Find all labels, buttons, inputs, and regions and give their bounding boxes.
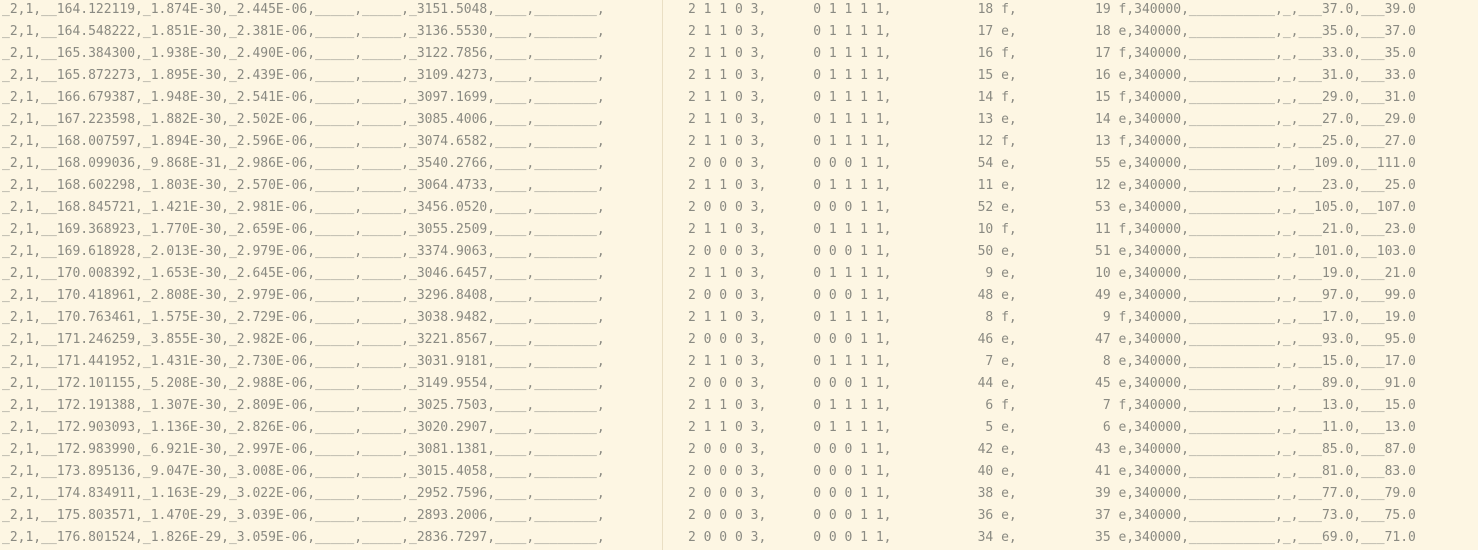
line-right-text: 2 1 1 0 3, 0 1 1 1 1, 18 f, 19 f,340000,… bbox=[688, 2, 1416, 17]
line-right-text: 2 0 0 0 3, 0 0 0 1 1, 40 e, 41 e,340000,… bbox=[688, 464, 1416, 479]
line-left-text: _2,1,__165.872273,_1.895E-30,_2.439E-06,… bbox=[2, 68, 605, 83]
line-right-text: 2 1 1 0 3, 0 1 1 1 1, 11 e, 12 e,340000,… bbox=[688, 178, 1416, 193]
line-right-text: 2 1 1 0 3, 0 1 1 1 1, 12 f, 13 f,340000,… bbox=[688, 134, 1416, 149]
line-left-text: _2,1,__176.801524,_1.826E-29,_3.059E-06,… bbox=[2, 530, 605, 545]
text-line[interactable]: _2,1,__170.763461,_1.575E-30,_2.729E-06,… bbox=[0, 307, 1478, 329]
text-line[interactable]: _2,1,__171.441952,_1.431E-30,_2.730E-06,… bbox=[0, 351, 1478, 373]
text-line[interactable]: _2,1,__171.246259,_3.855E-30,_2.982E-06,… bbox=[0, 329, 1478, 351]
line-right-text: 2 1 1 0 3, 0 1 1 1 1, 9 e, 10 e,340000,_… bbox=[688, 266, 1416, 281]
line-right-text: 2 0 0 0 3, 0 0 0 1 1, 34 e, 35 e,340000,… bbox=[688, 530, 1416, 545]
text-line[interactable]: _2,1,__170.418961,_2.808E-30,_2.979E-06,… bbox=[0, 285, 1478, 307]
line-right-text: 2 0 0 0 3, 0 0 0 1 1, 38 e, 39 e,340000,… bbox=[688, 486, 1416, 501]
line-left-text: _2,1,__170.763461,_1.575E-30,_2.729E-06,… bbox=[2, 310, 605, 325]
line-right-text: 2 1 1 0 3, 0 1 1 1 1, 6 f, 7 f,340000,__… bbox=[688, 398, 1416, 413]
line-right-text: 2 0 0 0 3, 0 0 0 1 1, 46 e, 47 e,340000,… bbox=[688, 332, 1416, 347]
line-right-text: 2 1 1 0 3, 0 1 1 1 1, 16 f, 17 f,340000,… bbox=[688, 46, 1416, 61]
line-right-text: 2 0 0 0 3, 0 0 0 1 1, 42 e, 43 e,340000,… bbox=[688, 442, 1416, 457]
text-line[interactable]: _2,1,__172.983990,_6.921E-30,_2.997E-06,… bbox=[0, 439, 1478, 461]
line-left-text: _2,1,__175.803571,_1.470E-29,_3.039E-06,… bbox=[2, 508, 605, 523]
text-line[interactable]: _2,1,__176.801524,_1.826E-29,_3.059E-06,… bbox=[0, 527, 1478, 549]
line-right-text: 2 0 0 0 3, 0 0 0 1 1, 48 e, 49 e,340000,… bbox=[688, 288, 1416, 303]
text-line[interactable]: _2,1,__169.618928,_2.013E-30,_2.979E-06,… bbox=[0, 241, 1478, 263]
line-right-text: 2 1 1 0 3, 0 1 1 1 1, 10 f, 11 f,340000,… bbox=[688, 222, 1416, 237]
line-right-text: 2 0 0 0 3, 0 0 0 1 1, 44 e, 45 e,340000,… bbox=[688, 376, 1416, 391]
line-left-text: _2,1,__173.895136,_9.047E-30,_3.008E-06,… bbox=[2, 464, 605, 479]
line-left-text: _2,1,__165.384300,_1.938E-30,_2.490E-06,… bbox=[2, 46, 605, 61]
text-line[interactable]: _2,1,__172.903093,_1.136E-30,_2.826E-06,… bbox=[0, 417, 1478, 439]
line-left-text: _2,1,__164.548222,_1.851E-30,_2.381E-06,… bbox=[2, 24, 605, 39]
text-line[interactable]: _2,1,__168.602298,_1.803E-30,_2.570E-06,… bbox=[0, 175, 1478, 197]
text-line[interactable]: _2,1,__172.191388,_1.307E-30,_2.809E-06,… bbox=[0, 395, 1478, 417]
text-line[interactable]: _2,1,__166.679387,_1.948E-30,_2.541E-06,… bbox=[0, 87, 1478, 109]
line-right-text: 2 1 1 0 3, 0 1 1 1 1, 5 e, 6 e,340000,__… bbox=[688, 420, 1416, 435]
text-line[interactable]: _2,1,__164.548222,_1.851E-30,_2.381E-06,… bbox=[0, 21, 1478, 43]
text-line[interactable]: _2,1,__172.101155,_5.208E-30,_2.988E-06,… bbox=[0, 373, 1478, 395]
line-right-text: 2 1 1 0 3, 0 1 1 1 1, 7 e, 8 e,340000,__… bbox=[688, 354, 1416, 369]
line-right-text: 2 1 1 0 3, 0 1 1 1 1, 14 f, 15 f,340000,… bbox=[688, 90, 1416, 105]
line-left-text: _2,1,__172.101155,_5.208E-30,_2.988E-06,… bbox=[2, 376, 605, 391]
line-left-text: _2,1,__171.441952,_1.431E-30,_2.730E-06,… bbox=[2, 354, 605, 369]
line-left-text: _2,1,__171.246259,_3.855E-30,_2.982E-06,… bbox=[2, 332, 605, 347]
line-left-text: _2,1,__170.008392,_1.653E-30,_2.645E-06,… bbox=[2, 266, 605, 281]
line-left-text: _2,1,__174.834911,_1.163E-29,_3.022E-06,… bbox=[2, 486, 605, 501]
line-left-text: _2,1,__169.368923,_1.770E-30,_2.659E-06,… bbox=[2, 222, 605, 237]
text-editor[interactable]: _2,1,__164.122119,_1.874E-30,_2.445E-06,… bbox=[0, 0, 1478, 550]
line-left-text: _2,1,__172.191388,_1.307E-30,_2.809E-06,… bbox=[2, 398, 605, 413]
line-right-text: 2 0 0 0 3, 0 0 0 1 1, 52 e, 53 e,340000,… bbox=[688, 200, 1416, 215]
line-left-text: _2,1,__169.618928,_2.013E-30,_2.979E-06,… bbox=[2, 244, 605, 259]
text-line[interactable]: _2,1,__174.834911,_1.163E-29,_3.022E-06,… bbox=[0, 483, 1478, 505]
line-right-text: 2 1 1 0 3, 0 1 1 1 1, 15 e, 16 e,340000,… bbox=[688, 68, 1416, 83]
line-left-text: _2,1,__168.845721,_1.421E-30,_2.981E-06,… bbox=[2, 200, 605, 215]
line-left-text: _2,1,__164.122119,_1.874E-30,_2.445E-06,… bbox=[2, 2, 605, 17]
text-line[interactable]: _2,1,__167.223598,_1.882E-30,_2.502E-06,… bbox=[0, 109, 1478, 131]
text-line[interactable]: _2,1,__170.008392,_1.653E-30,_2.645E-06,… bbox=[0, 263, 1478, 285]
line-right-text: 2 0 0 0 3, 0 0 0 1 1, 36 e, 37 e,340000,… bbox=[688, 508, 1416, 523]
text-line[interactable]: _2,1,__165.872273,_1.895E-30,_2.439E-06,… bbox=[0, 65, 1478, 87]
line-left-text: _2,1,__167.223598,_1.882E-30,_2.502E-06,… bbox=[2, 112, 605, 127]
line-left-text: _2,1,__172.983990,_6.921E-30,_2.997E-06,… bbox=[2, 442, 605, 457]
text-line[interactable]: _2,1,__173.895136,_9.047E-30,_3.008E-06,… bbox=[0, 461, 1478, 483]
line-left-text: _2,1,__172.903093,_1.136E-30,_2.826E-06,… bbox=[2, 420, 605, 435]
line-left-text: _2,1,__168.099036,_9.868E-31,_2.986E-06,… bbox=[2, 156, 605, 171]
line-left-text: _2,1,__168.602298,_1.803E-30,_2.570E-06,… bbox=[2, 178, 605, 193]
text-line[interactable]: _2,1,__168.845721,_1.421E-30,_2.981E-06,… bbox=[0, 197, 1478, 219]
line-right-text: 2 1 1 0 3, 0 1 1 1 1, 8 f, 9 f,340000,__… bbox=[688, 310, 1416, 325]
text-line[interactable]: _2,1,__168.007597,_1.894E-30,_2.596E-06,… bbox=[0, 131, 1478, 153]
line-right-text: 2 0 0 0 3, 0 0 0 1 1, 50 e, 51 e,340000,… bbox=[688, 244, 1416, 259]
line-left-text: _2,1,__166.679387,_1.948E-30,_2.541E-06,… bbox=[2, 90, 605, 105]
line-left-text: _2,1,__168.007597,_1.894E-30,_2.596E-06,… bbox=[2, 134, 605, 149]
text-line[interactable]: _2,1,__169.368923,_1.770E-30,_2.659E-06,… bbox=[0, 219, 1478, 241]
text-line[interactable]: _2,1,__175.803571,_1.470E-29,_3.039E-06,… bbox=[0, 505, 1478, 527]
line-right-text: 2 1 1 0 3, 0 1 1 1 1, 13 e, 14 e,340000,… bbox=[688, 112, 1416, 127]
line-right-text: 2 1 1 0 3, 0 1 1 1 1, 17 e, 18 e,340000,… bbox=[688, 24, 1416, 39]
text-line[interactable]: _2,1,__164.122119,_1.874E-30,_2.445E-06,… bbox=[0, 0, 1478, 21]
line-left-text: _2,1,__170.418961,_2.808E-30,_2.979E-06,… bbox=[2, 288, 605, 303]
text-line[interactable]: _2,1,__165.384300,_1.938E-30,_2.490E-06,… bbox=[0, 43, 1478, 65]
line-right-text: 2 0 0 0 3, 0 0 0 1 1, 54 e, 55 e,340000,… bbox=[688, 156, 1416, 171]
text-line[interactable]: _2,1,__168.099036,_9.868E-31,_2.986E-06,… bbox=[0, 153, 1478, 175]
